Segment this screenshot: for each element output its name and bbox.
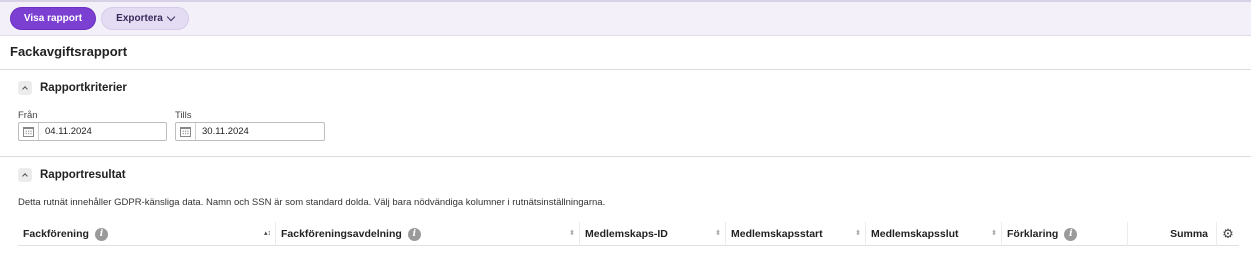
sort-icon[interactable]: ⬍	[715, 230, 721, 238]
column-header-union[interactable]: Fackförening i ▴↕	[18, 222, 276, 246]
column-header-explanation[interactable]: Förklaring i	[1002, 222, 1128, 246]
info-icon[interactable]: i	[407, 227, 421, 241]
chevron-up-icon	[22, 173, 28, 179]
from-date-field[interactable]: 04.11.2024	[18, 122, 167, 141]
column-header-sum[interactable]: Summa	[1128, 222, 1217, 246]
divider	[0, 156, 1251, 157]
info-icon[interactable]: i	[1064, 227, 1078, 241]
sort-icon[interactable]: ⬍	[569, 230, 575, 238]
column-header-membership-end[interactable]: Medlemskapsslut ⬍	[866, 222, 1002, 246]
divider	[0, 69, 1251, 70]
export-label: Exportera	[116, 13, 163, 24]
gdpr-notice: Detta rutnät innehåller GDPR-känsliga da…	[18, 197, 606, 208]
results-collapse-button[interactable]	[18, 168, 32, 182]
show-report-label: Visa rapport	[23, 13, 83, 24]
show-report-button[interactable]: Visa rapport	[10, 7, 96, 30]
column-header-union-branch[interactable]: Fackföreningsavdelning i ⬍	[276, 222, 580, 246]
export-button[interactable]: Exportera	[101, 7, 189, 30]
column-label: Medlemskapsstart	[731, 228, 823, 240]
chevron-up-icon	[22, 86, 28, 92]
info-icon[interactable]: i	[94, 227, 108, 241]
calendar-icon[interactable]	[19, 123, 39, 140]
results-section-header: Rapportresultat	[18, 168, 126, 182]
criteria-collapse-button[interactable]	[18, 81, 32, 95]
column-label: Summa	[1170, 228, 1208, 240]
from-date-value: 04.11.2024	[45, 126, 92, 137]
to-label: Tills	[175, 110, 192, 121]
sort-icon[interactable]: ⬍	[991, 230, 997, 238]
column-header-membership-id[interactable]: Medlemskaps-ID ⬍	[580, 222, 726, 246]
chevron-down-icon	[166, 12, 176, 22]
from-label: Från	[18, 110, 38, 121]
calendar-icon[interactable]	[176, 123, 196, 140]
column-label: Medlemskaps-ID	[585, 228, 668, 240]
gear-icon[interactable]: ⚙	[1217, 222, 1239, 245]
column-label: Fackförening	[23, 228, 89, 240]
column-label: Fackföreningsavdelning	[281, 228, 402, 240]
results-title: Rapportresultat	[40, 169, 126, 181]
grid-header: Fackförening i ▴↕ Fackföreningsavdelning…	[18, 222, 1239, 246]
column-header-membership-start[interactable]: Medlemskapsstart ⬍	[726, 222, 866, 246]
column-label: Förklaring	[1007, 228, 1059, 240]
column-label: Medlemskapsslut	[871, 228, 959, 240]
sort-asc-icon[interactable]: ▴↕	[264, 230, 271, 238]
criteria-section-header: Rapportkriterier	[18, 81, 127, 95]
to-date-value: 30.11.2024	[202, 126, 249, 137]
toolbar: Visa rapport Exportera	[0, 0, 1251, 36]
criteria-title: Rapportkriterier	[40, 82, 127, 94]
sort-icon[interactable]: ⬍	[855, 230, 861, 238]
to-date-field[interactable]: 30.11.2024	[175, 122, 325, 141]
page-title: Fackavgiftsrapport	[10, 44, 128, 59]
